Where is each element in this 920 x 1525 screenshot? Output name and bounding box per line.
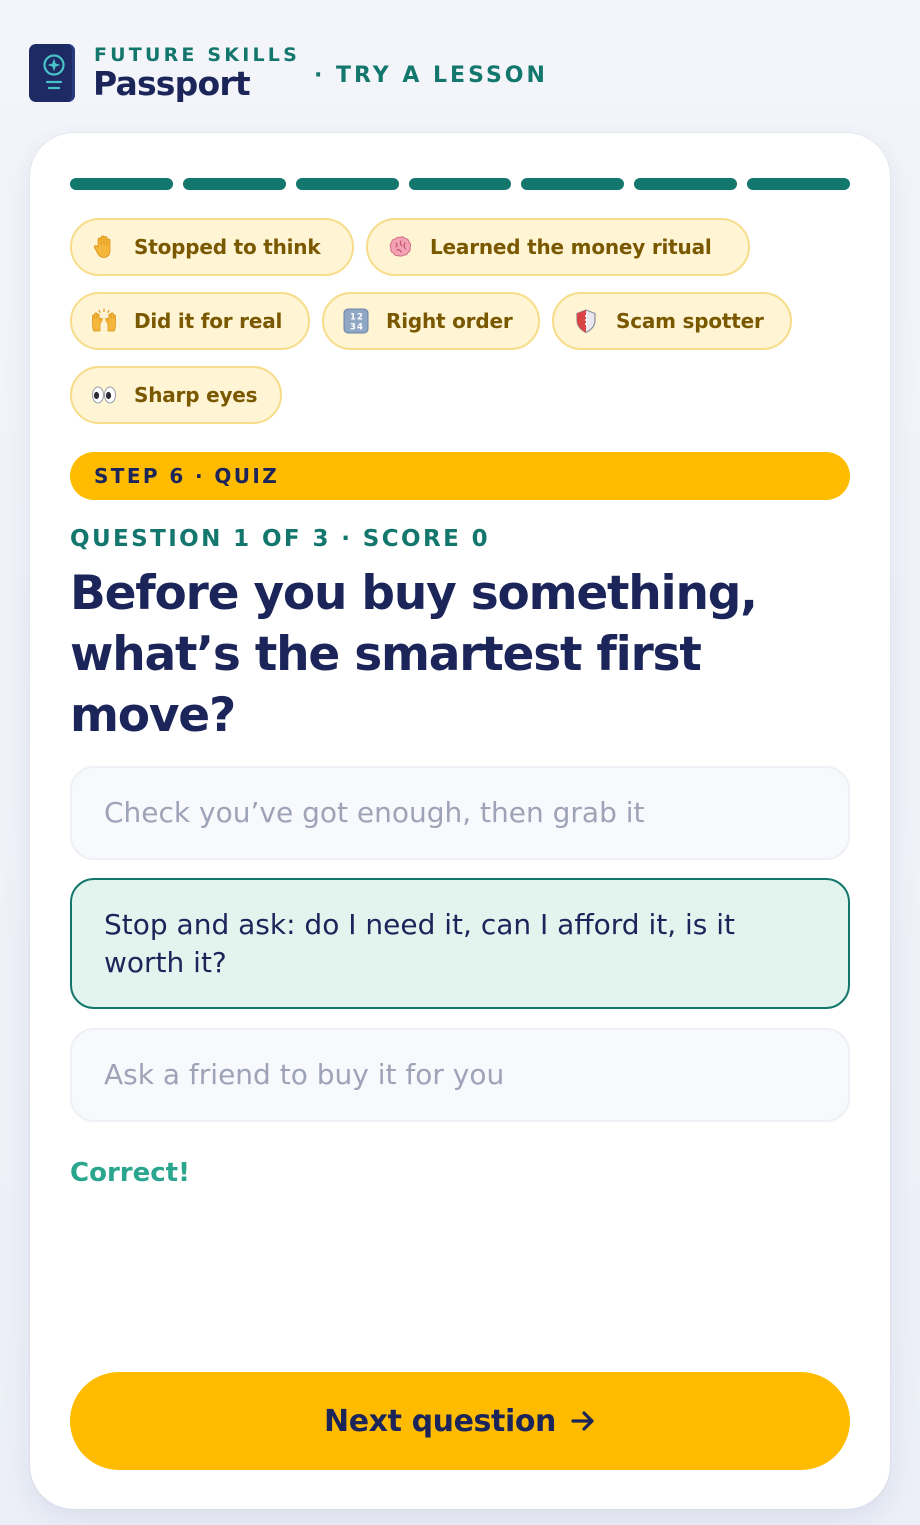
progress-segment [70,178,173,190]
answer-option-selected[interactable]: Stop and ask: do I need it, can I afford… [70,878,850,1009]
lesson-progress [70,178,851,190]
progress-segment [182,178,286,190]
svg-text:2: 2 [357,313,363,323]
badge-label: Sharp eyes [134,383,258,407]
step-indicator: STEP 6 · QUIZ [70,452,850,500]
answer-label: Stop and ask: do I need it, can I afford… [104,907,736,979]
badge-label: Stopped to think [134,235,321,259]
section-label: · TRY A LESSON [314,63,548,88]
arrow-right-icon [570,1408,596,1434]
numbers-1234-icon: 1 2 3 4 [342,307,370,335]
badge-label: Did it for real [134,309,283,333]
badge-label: Learned the money ritual [430,235,712,259]
eyes-icon [90,381,118,409]
answer-label: Check you’ve got enough, then grab it [104,796,645,829]
app-header: FUTURE SKILLS Passport · TRY A LESSON [29,44,889,104]
svg-text:1: 1 [350,313,356,323]
answer-option[interactable]: Check you’ve got enough, then grab it [70,766,850,860]
progress-segment [295,178,399,190]
badge-sharp-eyes: Sharp eyes [70,366,282,424]
passport-icon [29,44,75,102]
svg-text:4: 4 [357,323,363,333]
badge-label: Right order [386,309,513,333]
brand-name[interactable]: Passport [93,64,251,104]
progress-segment [521,178,625,190]
badge-label: Scam spotter [616,309,764,333]
badge-stopped-to-think: Stopped to think [70,218,354,276]
answer-label: Ask a friend to buy it for you [104,1058,505,1091]
next-question-button[interactable]: Next question [70,1372,850,1470]
svg-text:3: 3 [350,323,356,333]
raising-hands-icon [90,307,118,335]
badge-money-ritual: Learned the money ritual [366,218,750,276]
brand-tagline: FUTURE SKILLS [94,44,300,66]
badge-scam-spotter: Scam spotter [552,292,792,350]
shield-icon [572,307,600,335]
answer-option[interactable]: Ask a friend to buy it for you [70,1028,850,1122]
brain-icon [386,233,414,261]
question-text: Before you buy something, what’s the sma… [70,566,758,743]
feedback-message: Correct! [70,1158,190,1188]
badge-did-it-for-real: Did it for real [70,292,310,350]
badge-right-order: 1 2 3 4 Right order [322,292,540,350]
next-button-label: Next question [323,1403,557,1439]
progress-segment [408,178,512,190]
progress-segment [634,178,738,190]
raised-hand-icon [90,233,118,261]
step-label: STEP 6 · QUIZ [94,464,280,488]
progress-segment [747,178,851,190]
question-counter: QUESTION 1 OF 3 · SCORE 0 [70,526,491,552]
lesson-card: Stopped to think Learned the money ritua… [30,133,890,1509]
